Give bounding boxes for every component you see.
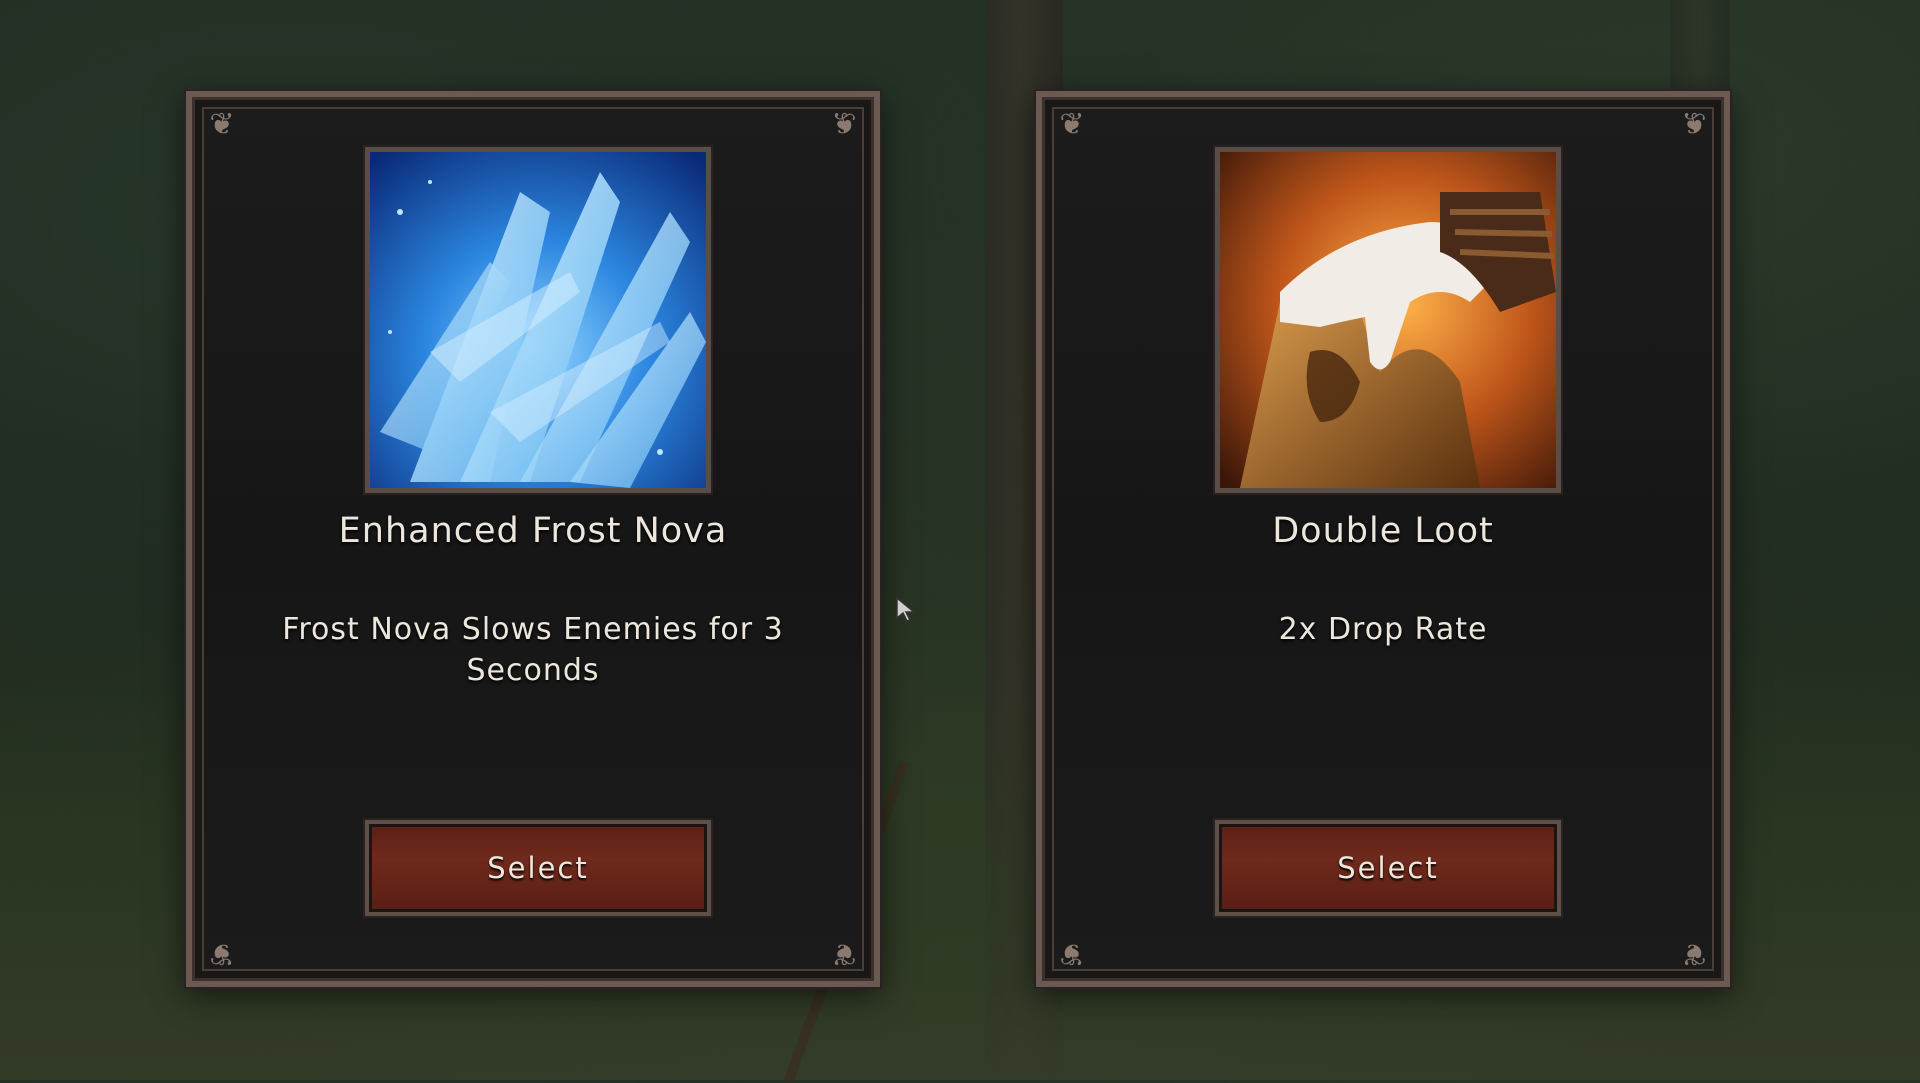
card-description: Frost Nova Slows Enemies for 3 Seconds [282, 612, 784, 688]
corner-ornament-icon: ❦ [1059, 936, 1085, 971]
upgrade-card-frost-nova[interactable]: ❦ ❦ ❦ ❦ Enhanced Frost Nova Frost Nova S… [186, 91, 880, 987]
corner-ornament-icon: ❦ [1059, 107, 1085, 142]
corner-ornament-icon: ❦ [209, 107, 235, 142]
hand-on-treasure-icon [1215, 147, 1561, 493]
select-button[interactable]: Select [1215, 820, 1561, 916]
card-title: Enhanced Frost Nova [338, 511, 728, 551]
mouse-cursor-icon [896, 596, 917, 622]
corner-ornament-icon: ❦ [209, 936, 235, 971]
upgrade-card-double-loot[interactable]: ❦ ❦ ❦ ❦ Double Loot 2x Drop Rate Select [1036, 91, 1730, 987]
select-button[interactable]: Select [365, 820, 711, 916]
corner-ornament-icon: ❦ [831, 936, 857, 971]
corner-ornament-icon: ❦ [1681, 107, 1707, 142]
corner-ornament-icon: ❦ [831, 107, 857, 142]
card-title: Double Loot [1272, 511, 1494, 551]
card-description: 2x Drop Rate [1278, 612, 1488, 647]
corner-ornament-icon: ❦ [1681, 936, 1707, 971]
frost-crystal-icon [365, 147, 711, 493]
